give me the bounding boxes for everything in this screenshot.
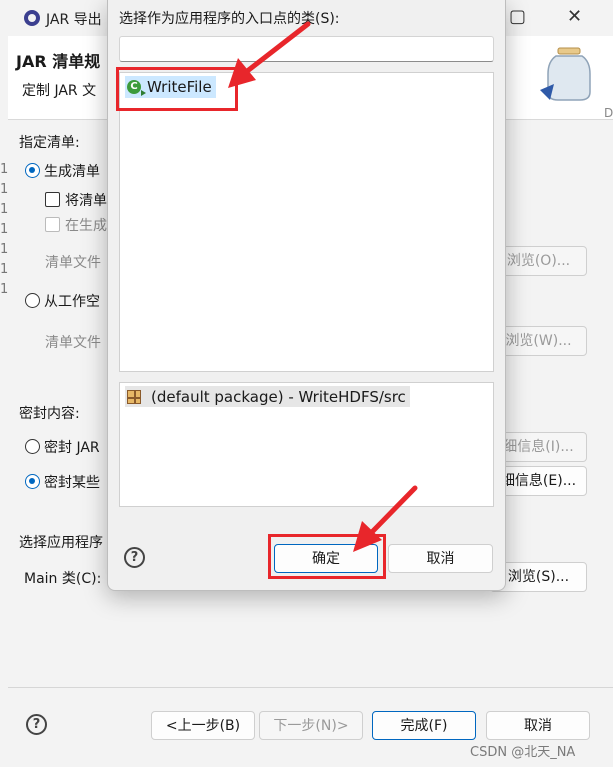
jar-icon <box>540 47 591 101</box>
specify-manifest-label: 指定清单: <box>19 135 80 151</box>
wizard-cancel-button[interactable]: 取消 <box>486 711 590 740</box>
line-number: 1 <box>0 262 9 277</box>
dialog-help-icon[interactable]: ? <box>124 547 145 568</box>
maximize-button[interactable]: ▢ <box>509 6 526 27</box>
line-number: 1 <box>0 282 9 297</box>
main-class-label: Main 类(C): <box>24 571 102 587</box>
manifest-file-label: 清单文件 <box>45 255 101 271</box>
line-number: 1 <box>0 242 9 257</box>
finish-button[interactable]: 完成(F) <box>372 711 476 740</box>
seal-jar-label: 密封 JAR <box>44 440 100 456</box>
from-workspace-label: 从工作空 <box>44 294 100 310</box>
generate-manifest-label: 生成清单 <box>44 164 100 180</box>
highlight-box-ok <box>268 534 386 579</box>
class-filter-input[interactable] <box>119 36 494 62</box>
generate-manifest-radio[interactable] <box>25 163 40 178</box>
eclipse-icon <box>24 10 40 26</box>
help-icon[interactable]: ? <box>26 714 47 735</box>
line-number: 1 <box>0 182 9 197</box>
wizard-header-title: JAR 清单规 <box>16 52 101 71</box>
save-manifest-label: 将清单 <box>65 193 107 209</box>
reuse-manifest-checkbox[interactable] <box>45 217 60 232</box>
select-app-entry-label: 选择应用程序 <box>19 535 103 551</box>
line-number: 1 <box>0 202 9 217</box>
close-button[interactable]: ✕ <box>567 6 582 27</box>
dialog-prompt: 选择作为应用程序的入口点的类(S): <box>119 11 340 27</box>
class-list[interactable] <box>119 72 494 372</box>
from-workspace-radio[interactable] <box>25 293 40 308</box>
dialog-cancel-button[interactable]: 取消 <box>388 544 493 573</box>
seal-jar-radio[interactable] <box>25 439 40 454</box>
edge-letter: D <box>604 106 613 120</box>
watermark: CSDN @北天_NA <box>470 745 576 760</box>
seal-some-label: 密封某些 <box>44 475 100 491</box>
line-number: 1 <box>0 222 9 237</box>
seal-content-label: 密封内容: <box>19 406 80 422</box>
list-item-package[interactable]: (default package) - WriteHDFS/src <box>125 386 410 407</box>
package-icon <box>127 389 141 404</box>
reuse-manifest-label: 在生成 <box>65 218 107 234</box>
back-button[interactable]: <上一步(B) <box>151 711 255 740</box>
package-name: (default package) - WriteHDFS/src <box>151 387 406 406</box>
wizard-title: JAR 导出 <box>46 12 102 28</box>
footer-divider <box>8 687 613 688</box>
line-number-gutter: 1 1 1 1 1 1 1 <box>0 160 8 300</box>
line-number: 1 <box>0 162 9 177</box>
save-manifest-checkbox[interactable] <box>45 192 60 207</box>
next-button[interactable]: 下一步(N)> <box>259 711 363 740</box>
seal-some-radio[interactable] <box>25 474 40 489</box>
manifest-file-label-2: 清单文件 <box>45 335 101 351</box>
wizard-header-subtitle: 定制 JAR 文 <box>22 83 97 99</box>
highlight-box-class <box>116 67 238 111</box>
